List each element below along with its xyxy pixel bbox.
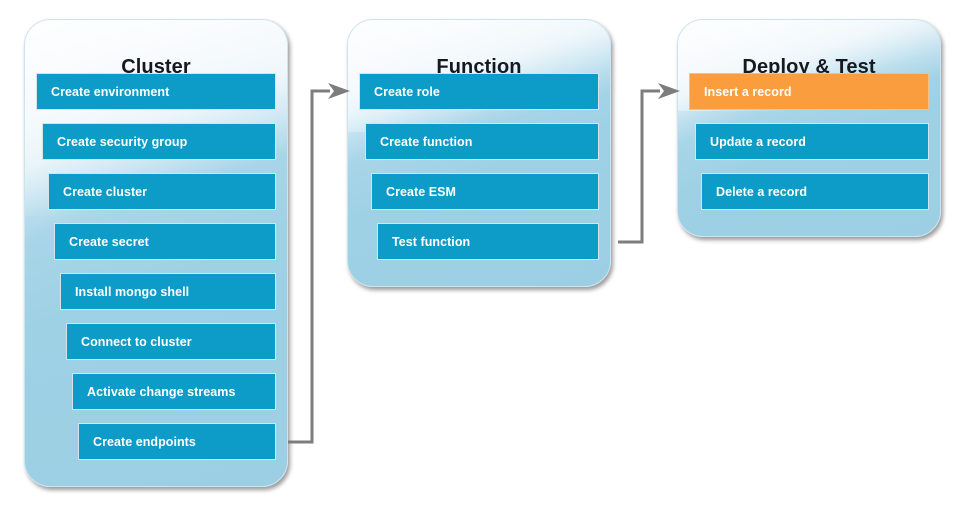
step-create-security-group[interactable]: Create security group (42, 123, 276, 160)
connector-cluster-to-function (288, 83, 350, 444)
step-insert-a-record[interactable]: Insert a record (689, 73, 929, 110)
step-create-endpoints[interactable]: Create endpoints (78, 423, 276, 460)
panel-deploy-test: Deploy & Test Insert a record Update a r… (677, 19, 941, 237)
step-test-function[interactable]: Test function (377, 223, 599, 260)
connector-function-to-deploy-test-path (618, 89, 660, 244)
step-create-cluster[interactable]: Create cluster (48, 173, 276, 210)
panel-function: Function Create role Create function Cre… (347, 19, 611, 287)
step-create-function[interactable]: Create function (365, 123, 599, 160)
step-delete-a-record[interactable]: Delete a record (701, 173, 929, 210)
connector-function-to-deploy-test (618, 83, 680, 244)
step-update-a-record[interactable]: Update a record (695, 123, 929, 160)
step-create-esm[interactable]: Create ESM (371, 173, 599, 210)
step-create-secret[interactable]: Create secret (54, 223, 276, 260)
step-install-mongo-shell[interactable]: Install mongo shell (60, 273, 276, 310)
workflow-diagram: Cluster Create environment Create securi… (0, 0, 965, 505)
step-create-role[interactable]: Create role (359, 73, 599, 110)
connector-cluster-to-function-path (288, 89, 330, 444)
arrowhead-icon (328, 83, 350, 99)
step-activate-change-streams[interactable]: Activate change streams (72, 373, 276, 410)
step-connect-to-cluster[interactable]: Connect to cluster (66, 323, 276, 360)
step-create-environment[interactable]: Create environment (36, 73, 276, 110)
arrowhead-icon (658, 83, 680, 99)
panel-cluster: Cluster Create environment Create securi… (24, 19, 288, 487)
